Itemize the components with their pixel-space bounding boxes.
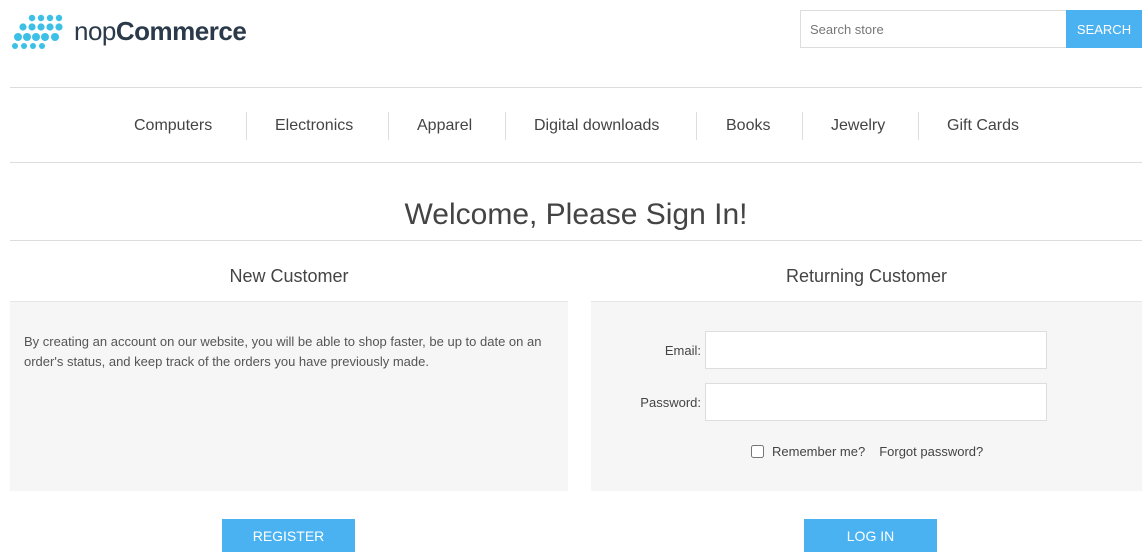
- top-menu: Computers Electronics Apparel Digital do…: [10, 87, 1142, 163]
- menu-item-computers[interactable]: Computers: [134, 88, 212, 162]
- menu-item-books[interactable]: Books: [726, 88, 770, 162]
- returning-customer-panel: Email: Password: Remember me? Forgot pas…: [591, 301, 1142, 491]
- remember-row: Remember me? Forgot password?: [751, 444, 983, 459]
- search-box: Search: [800, 10, 1142, 48]
- logo-text-bold: Commerce: [115, 16, 247, 46]
- menu-item-apparel[interactable]: Apparel: [417, 88, 472, 162]
- forgot-password-link[interactable]: Forgot password?: [879, 444, 983, 459]
- nopcommerce-dots-logo-icon: [12, 14, 63, 49]
- menu-item-jewelry[interactable]: Jewelry: [831, 88, 885, 162]
- new-customer-panel: By creating an account on our website, y…: [10, 301, 568, 491]
- menu-separator: [505, 112, 506, 140]
- register-button[interactable]: Register: [222, 519, 355, 552]
- new-customer-text: By creating an account on our website, y…: [24, 334, 542, 369]
- remember-me-label[interactable]: Remember me?: [772, 444, 865, 459]
- menu-item-electronics[interactable]: Electronics: [275, 88, 353, 162]
- menu-item-gift-cards[interactable]: Gift Cards: [947, 88, 1019, 162]
- logo-text-light: nop: [74, 16, 116, 46]
- logo-wordmark: nopCommerce: [74, 13, 247, 49]
- menu-separator: [388, 112, 389, 140]
- title-divider: [10, 240, 1142, 241]
- menu-separator: [918, 112, 919, 140]
- top-menu-list: Computers Electronics Apparel Digital do…: [10, 88, 1142, 162]
- email-label: Email:: [664, 343, 701, 358]
- menu-separator: [246, 112, 247, 140]
- menu-separator: [802, 112, 803, 140]
- login-page: nopCommerce Search Computers Electronics…: [0, 0, 1142, 552]
- page-title: Welcome, Please Sign In!: [404, 198, 748, 231]
- email-field[interactable]: [705, 331, 1047, 369]
- remember-me-checkbox[interactable]: [751, 445, 764, 458]
- menu-separator: [696, 112, 697, 140]
- login-button[interactable]: Log in: [804, 519, 937, 552]
- password-label: Password:: [640, 395, 701, 410]
- search-button[interactable]: Search: [1066, 10, 1142, 48]
- store-logo[interactable]: nopCommerce: [10, 11, 247, 51]
- new-customer-title: New Customer: [229, 266, 349, 286]
- menu-item-digital-downloads[interactable]: Digital downloads: [534, 88, 659, 162]
- password-field[interactable]: [705, 383, 1047, 421]
- search-input[interactable]: [800, 10, 1066, 48]
- returning-customer-title: Returning Customer: [785, 266, 948, 286]
